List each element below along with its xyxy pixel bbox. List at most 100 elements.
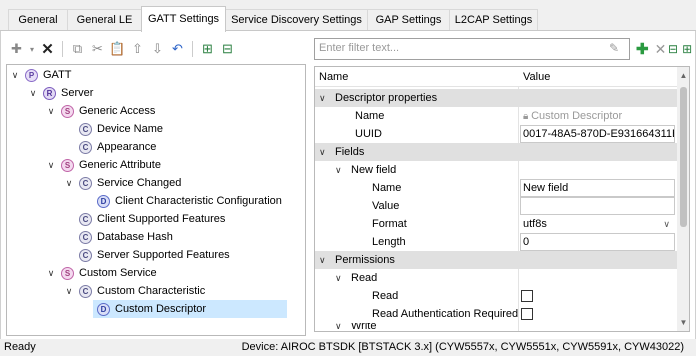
property-row-read: Read (315, 287, 677, 305)
permission-group-read[interactable]: ∨ Read (315, 269, 677, 287)
device-info: Device: AIROC BTSDK [BTSTACK 3.x] (CYW55… (241, 341, 684, 353)
characteristic-icon: C (79, 122, 92, 136)
lock-icon: 🔒︎ (523, 111, 532, 122)
category-permissions[interactable]: ∨ Permissions (315, 251, 677, 269)
chevron-down-icon[interactable]: ∨ (9, 66, 21, 84)
tab-l2cap-settings[interactable]: L2CAP Settings (449, 9, 538, 31)
tab-bar: General General LE GATT Settings Service… (0, 0, 696, 32)
chevron-down-icon[interactable]: ∨ (63, 174, 75, 192)
add-icon[interactable]: ✚ (8, 41, 25, 58)
status-text: Ready (4, 341, 36, 353)
tree-node-client-characteristic-configuration[interactable]: D Client Characteristic Configuration (93, 192, 282, 210)
field-name-input[interactable]: New field (520, 179, 675, 197)
length-input[interactable]: 0 (520, 233, 675, 251)
expand-all-icon[interactable]: ⊞ (682, 42, 692, 56)
tree-node-client-supported-features[interactable]: C Client Supported Features (75, 210, 225, 228)
clear-filter-icon[interactable]: ✎ (609, 41, 625, 57)
status-bar: Ready Device: AIROC BTSDK [BTSTACK 3.x] … (0, 339, 696, 356)
scroll-up-icon[interactable]: ▲ (677, 69, 689, 82)
chevron-down-icon[interactable]: ∨ (335, 323, 342, 331)
read-checkbox[interactable] (521, 290, 533, 302)
field-value-input[interactable] (520, 197, 675, 215)
tree-node-device-name[interactable]: C Device Name (75, 120, 163, 138)
field-group-new-field[interactable]: ∨ New field (315, 161, 677, 179)
delete-icon[interactable]: ✕ (39, 41, 56, 58)
format-select[interactable]: utf8s ∨ (520, 215, 675, 233)
characteristic-icon: C (79, 230, 92, 244)
column-header-value: Value (523, 71, 551, 83)
tree-toolbar: ✚ ▾ ✕ ⧉ ✂ 📋 ⇧ ⇩ ↶ ⊞ ⊟ (8, 38, 236, 60)
tab-general-le[interactable]: General LE (67, 9, 142, 31)
chevron-down-icon[interactable]: ∨ (45, 102, 57, 120)
gatt-tree[interactable]: ∨ P GATT ∨ R Server ∨ S Generic Access C Device… (6, 64, 306, 336)
chevron-down-icon[interactable]: ∨ (319, 143, 326, 161)
cut-icon[interactable]: ✂ (89, 41, 106, 58)
tree-node-custom-characteristic[interactable]: ∨ C Custom Characteristic (63, 282, 205, 300)
copy-icon[interactable]: ⧉ (69, 41, 86, 58)
tree-node-database-hash[interactable]: C Database Hash (75, 228, 173, 246)
tab-gap-settings[interactable]: GAP Settings (367, 9, 450, 31)
chevron-down-icon[interactable]: ∨ (319, 89, 326, 107)
filter-input[interactable]: Enter filter text... ✎ (314, 38, 630, 60)
column-header-name: Name (319, 71, 349, 83)
tab-general[interactable]: General (8, 9, 68, 31)
property-row-format: Format utf8s ∨ (315, 215, 677, 233)
toolbar-separator (192, 41, 193, 57)
tree-node-server-supported-features[interactable]: C Server Supported Features (75, 246, 230, 264)
move-down-icon[interactable]: ⇩ (149, 41, 166, 58)
characteristic-icon: C (79, 212, 92, 226)
characteristic-icon: C (79, 284, 92, 298)
undo-icon[interactable]: ↶ (169, 41, 186, 58)
property-grid: Name Value ∨ Descriptor properties Name … (314, 66, 690, 332)
read-auth-checkbox[interactable] (521, 308, 533, 320)
descriptor-icon: D (97, 302, 110, 316)
vertical-scrollbar[interactable]: ▲ ▼ (677, 67, 689, 331)
property-row-read-auth: Read Authentication Required (315, 305, 677, 323)
chevron-down-icon[interactable]: ∨ (45, 264, 57, 282)
paste-icon[interactable]: 📋 (109, 41, 126, 58)
category-descriptor-properties[interactable]: ∨ Descriptor properties (315, 89, 677, 107)
grid-toolbar-expand: ⊟ ⊞ (668, 38, 692, 60)
uuid-field[interactable]: 0017-48A5-870D-E931664311B7 (520, 125, 675, 143)
chevron-down-icon[interactable]: ∨ (63, 282, 75, 300)
tree-node-appearance[interactable]: C Appearance (75, 138, 156, 156)
property-row-field-value: Value (315, 197, 677, 215)
name-value: 🔒︎ Custom Descriptor (520, 107, 675, 125)
characteristic-icon: C (79, 248, 92, 262)
characteristic-icon: C (79, 140, 92, 154)
property-row-length: Length 0 (315, 233, 677, 251)
move-up-icon[interactable]: ⇧ (129, 41, 146, 58)
tree-node-custom-descriptor[interactable]: D Custom Descriptor (93, 300, 287, 318)
tree-node-generic-access[interactable]: ∨ S Generic Access (45, 102, 155, 120)
chevron-down-icon[interactable]: ∨ (319, 251, 326, 269)
add-icon[interactable]: ✚ (636, 40, 649, 58)
tab-service-discovery-settings[interactable]: Service Discovery Settings (225, 9, 368, 31)
chevron-down-icon[interactable]: ∨ (27, 84, 39, 102)
collapse-all-icon[interactable]: ⊟ (219, 41, 236, 58)
tree-node-service-changed[interactable]: ∨ C Service Changed (63, 174, 181, 192)
chevron-down-icon[interactable]: ∨ (335, 269, 342, 287)
profile-icon: P (25, 68, 38, 82)
add-dropdown-icon[interactable]: ▾ (28, 41, 36, 58)
service-icon: S (61, 104, 74, 118)
tab-gatt-settings[interactable]: GATT Settings (141, 6, 226, 32)
server-icon: R (43, 86, 56, 100)
tree-node-server[interactable]: ∨ R Server (27, 84, 93, 102)
expand-all-icon[interactable]: ⊞ (199, 41, 216, 58)
scroll-down-icon[interactable]: ▼ (677, 316, 689, 329)
tree-node-custom-service[interactable]: ∨ S Custom Service (45, 264, 157, 282)
tree-node-gatt[interactable]: ∨ P GATT (9, 66, 72, 84)
collapse-all-icon[interactable]: ⊟ (668, 42, 678, 56)
permission-group-write[interactable]: ∨ Write (315, 323, 677, 331)
tree-node-generic-attribute[interactable]: ∨ S Generic Attribute (45, 156, 161, 174)
delete-icon[interactable]: ✕ (655, 41, 667, 58)
service-icon: S (61, 266, 74, 280)
descriptor-icon: D (97, 194, 110, 208)
scroll-thumb[interactable] (680, 87, 687, 227)
chevron-down-icon[interactable]: ∨ (335, 161, 342, 179)
characteristic-icon: C (79, 176, 92, 190)
category-fields[interactable]: ∨ Fields (315, 143, 677, 161)
property-row-name: Name 🔒︎ Custom Descriptor (315, 107, 677, 125)
chevron-down-icon[interactable]: ∨ (45, 156, 57, 174)
chevron-down-icon[interactable]: ∨ (663, 216, 670, 232)
